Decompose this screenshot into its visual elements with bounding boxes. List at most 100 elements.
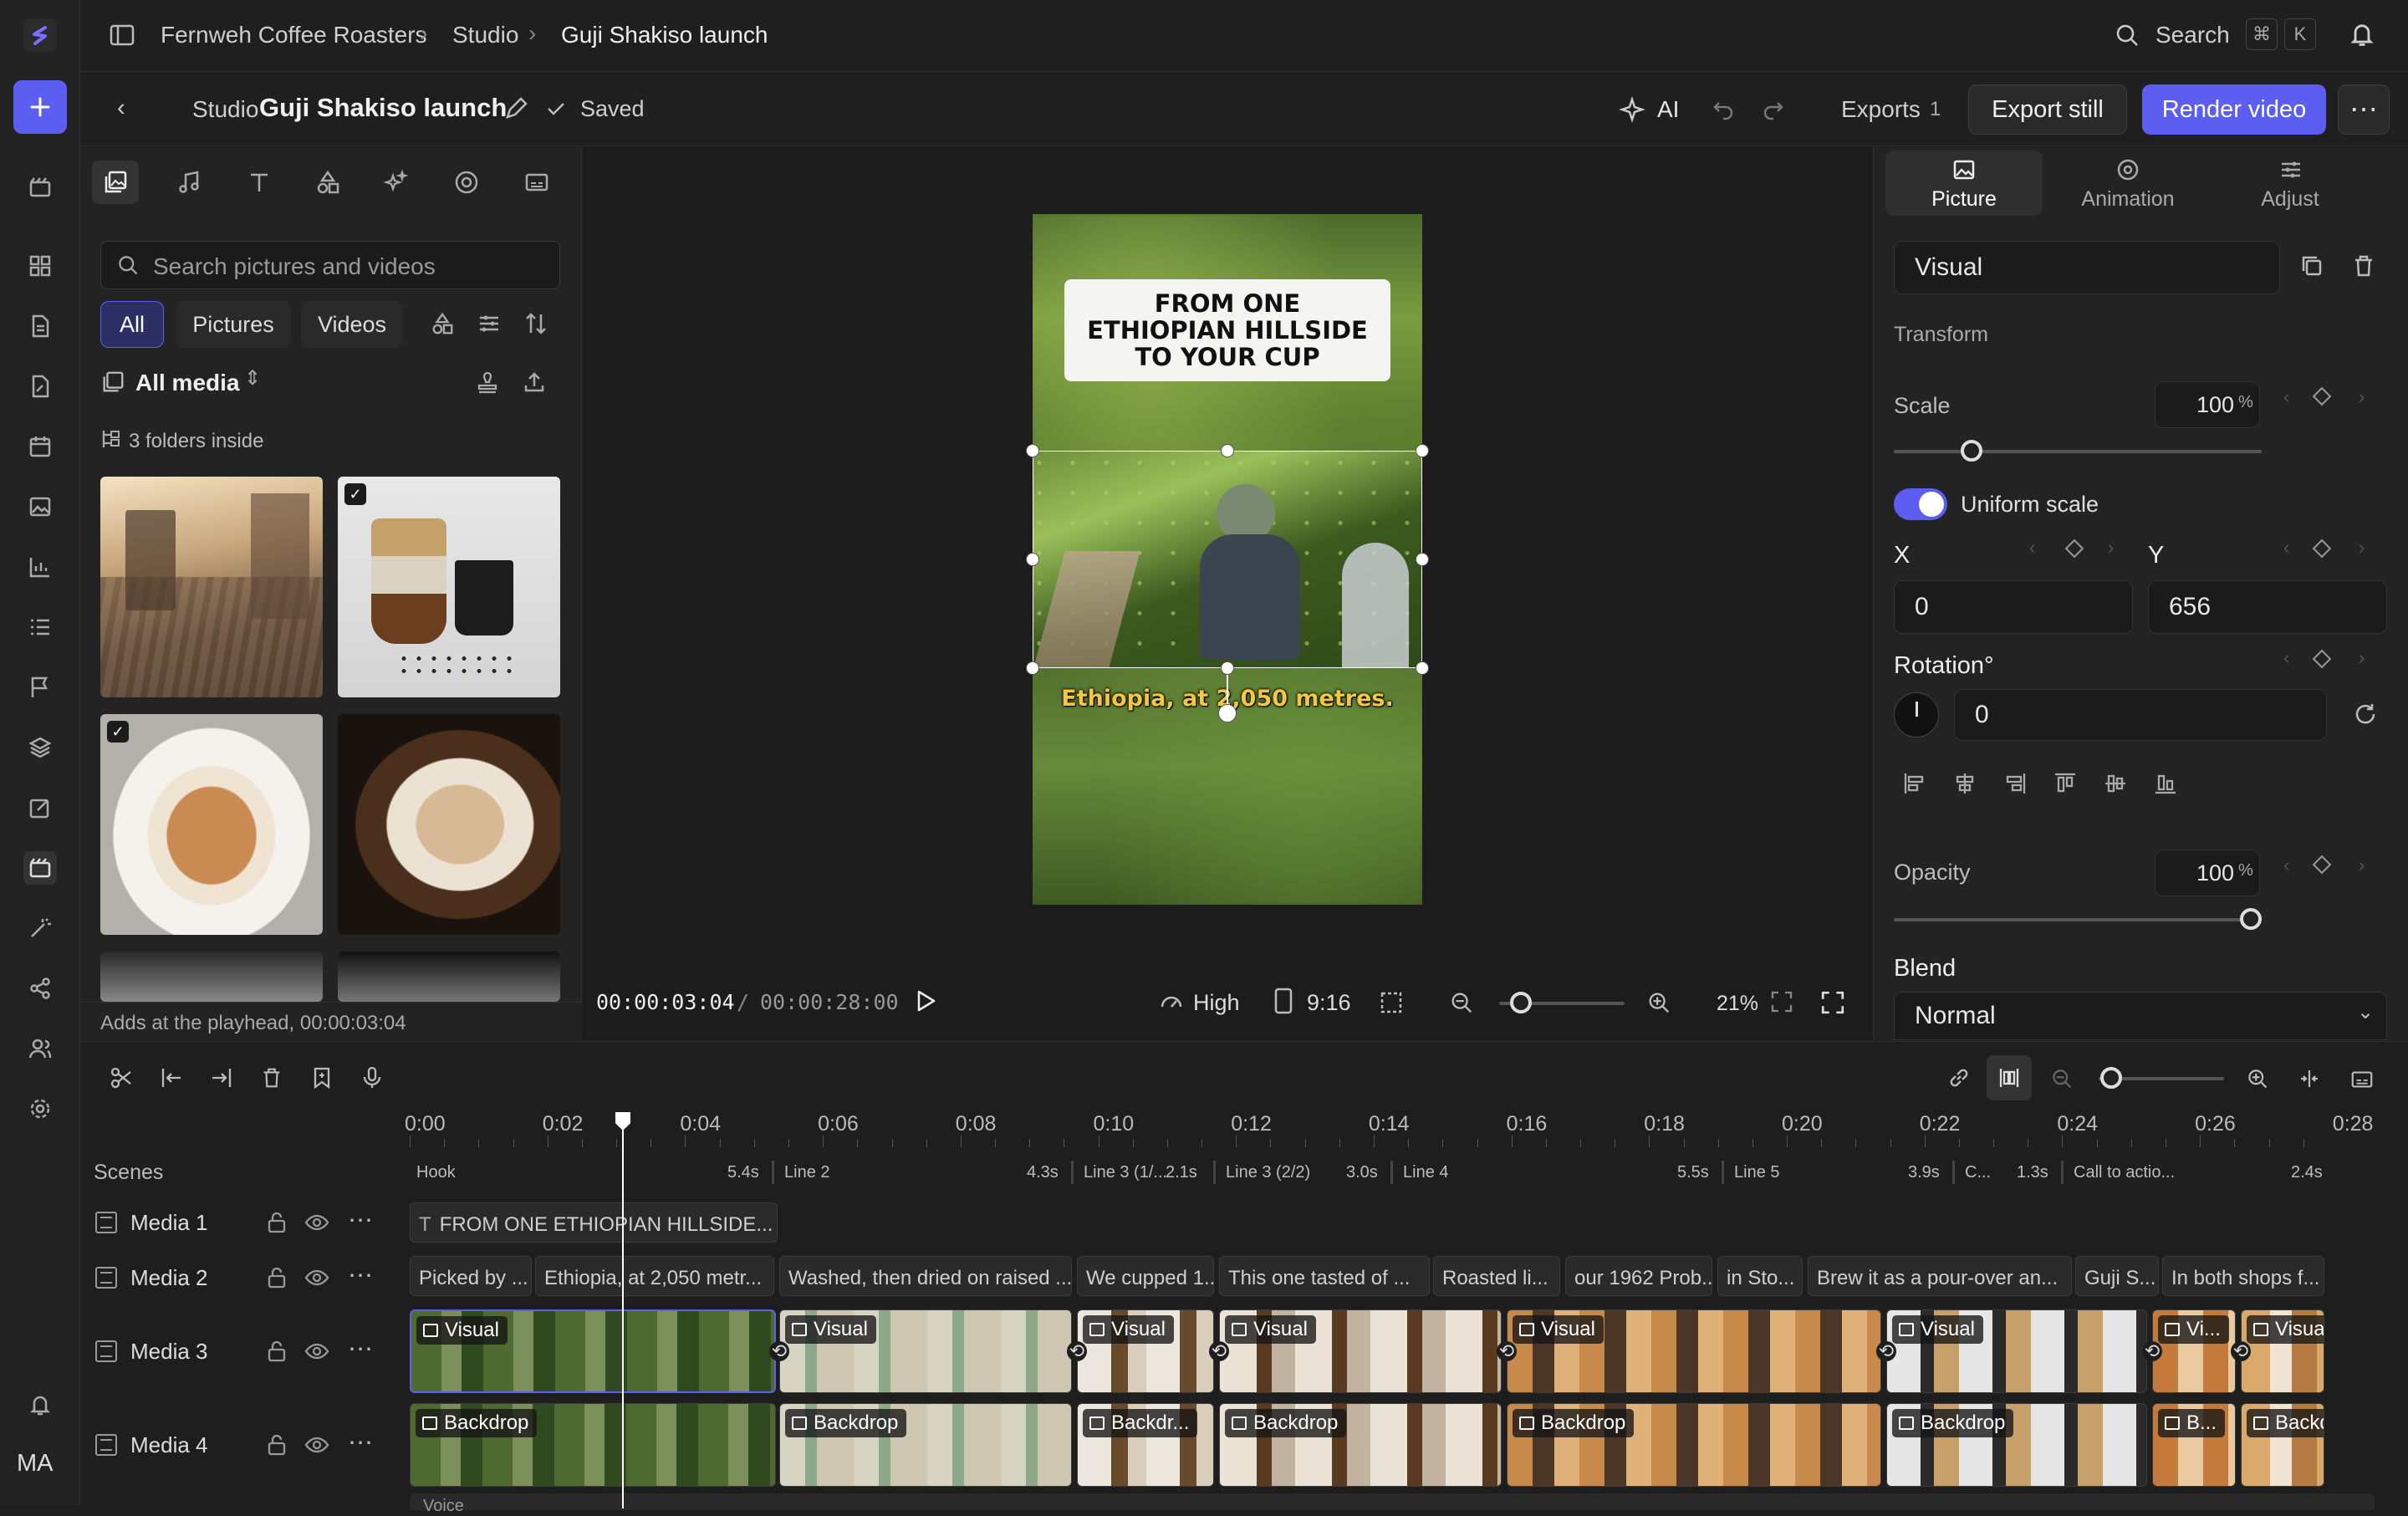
aspect-ratio-select[interactable]: 9:16 — [1307, 990, 1351, 1016]
bookmark-icon[interactable] — [309, 1065, 334, 1090]
breadcrumb-org[interactable]: Fernweh Coffee Roasters — [161, 22, 427, 48]
caption-clip[interactable]: Ethiopia, at 2,050 metr... — [535, 1256, 774, 1296]
selection-box[interactable] — [1033, 451, 1422, 668]
upload-icon[interactable] — [522, 370, 547, 395]
calendar-icon[interactable] — [23, 430, 57, 463]
reset-rotation-icon[interactable] — [2352, 701, 2379, 727]
backdrop-clip[interactable]: Backdrop — [410, 1403, 776, 1487]
backdrop-clip[interactable]: Backdrop — [2241, 1403, 2324, 1487]
team-icon[interactable] — [23, 1032, 57, 1065]
headline-text[interactable]: FROM ONE ETHIOPIAN HILLSIDE TO YOUR CUP — [1064, 279, 1390, 381]
selected-check-icon[interactable]: ✓ — [344, 483, 366, 505]
resize-handle[interactable] — [1221, 661, 1234, 675]
caption-clip[interactable]: Washed, then dried on raised ... — [779, 1256, 1072, 1296]
backdrop-clip[interactable]: Backdrop — [1886, 1403, 2147, 1487]
y-position-input[interactable]: 656 — [2148, 580, 2387, 634]
keyframe-diamond-icon[interactable] — [2312, 539, 2332, 559]
timeline-ruler[interactable]: 0:00 0:02 0:04 0:06 0:08 0:10 0:12 0:14 0:16 0:18… — [80, 1112, 2408, 1147]
fit-timeline-icon[interactable] — [2298, 1067, 2321, 1090]
caption-clip[interactable]: In both shops f... — [2162, 1256, 2324, 1296]
export-still-button[interactable]: Export still — [1968, 84, 2127, 135]
visual-clip[interactable]: Vi... — [2152, 1309, 2236, 1393]
trash-icon[interactable] — [259, 1065, 284, 1090]
track-more-icon[interactable]: ⋯ — [348, 1335, 373, 1364]
visual-clip[interactable]: Visual — [779, 1309, 1072, 1393]
next-keyframe-icon[interactable]: › — [2359, 855, 2365, 876]
media-search-input[interactable]: Search pictures and videos — [100, 241, 560, 289]
resize-handle[interactable] — [1416, 661, 1429, 675]
new-item-button[interactable] — [13, 80, 67, 134]
captions-toggle-icon[interactable] — [2349, 1067, 2375, 1092]
link-icon[interactable] — [1946, 1065, 1972, 1090]
scene-divider[interactable] — [2061, 1161, 2064, 1184]
visual-clip[interactable]: Visual — [1077, 1309, 1214, 1393]
keyframe-diamond-icon[interactable] — [2064, 539, 2084, 559]
transition-icon[interactable]: ⟲ — [1497, 1340, 1517, 1361]
rotation-dial[interactable] — [1894, 692, 1939, 738]
scene-name[interactable]: Hook — [416, 1156, 456, 1189]
filter-pictures-chip[interactable]: Pictures — [176, 301, 291, 348]
resize-handle[interactable] — [1026, 553, 1039, 566]
selected-check-icon[interactable]: ✓ — [107, 721, 129, 743]
dashboard-icon[interactable] — [23, 249, 57, 283]
eye-icon[interactable] — [304, 1340, 329, 1363]
next-keyframe-icon[interactable]: › — [2359, 647, 2365, 669]
render-video-button[interactable]: Render video — [2142, 84, 2326, 135]
trim-start-icon[interactable] — [159, 1065, 184, 1090]
keyframe-diamond-icon[interactable] — [2312, 649, 2332, 669]
app-logo-icon[interactable] — [23, 18, 57, 52]
media-thumbnail-chemex[interactable]: ✓ — [338, 477, 560, 697]
track-more-icon[interactable]: ⋯ — [348, 1206, 373, 1235]
backdrop-clip[interactable]: Backdrop — [1507, 1403, 1881, 1487]
quality-select[interactable]: High — [1193, 990, 1240, 1016]
visual-clip[interactable]: Visual — [410, 1309, 776, 1393]
sidebar-toggle-icon[interactable] — [109, 22, 135, 48]
layer-name-input[interactable]: Visual — [1894, 241, 2280, 294]
captions-tab-icon[interactable] — [523, 169, 550, 196]
chevron-updown-icon[interactable]: ⇕ — [244, 366, 261, 390]
back-to-studio-link[interactable]: Studio — [192, 96, 258, 123]
align-middle-v-icon[interactable] — [2103, 771, 2128, 796]
scene-divider[interactable] — [772, 1161, 774, 1184]
media-tab-icon[interactable] — [102, 169, 129, 196]
caption-clip[interactable]: Guji S... — [2075, 1256, 2159, 1296]
zoom-out-icon[interactable] — [1449, 990, 1474, 1015]
caption-clip[interactable]: This one tasted of ... — [1219, 1256, 1430, 1296]
lock-icon[interactable] — [266, 1433, 288, 1457]
scene-name[interactable]: C... — [1965, 1156, 1991, 1189]
eye-icon[interactable] — [304, 1211, 329, 1234]
caption-clip[interactable]: Roasted li... — [1433, 1256, 1560, 1296]
images-icon[interactable] — [23, 490, 57, 523]
snap-icon[interactable] — [1997, 1065, 2022, 1090]
backdrop-clip[interactable]: Backdr... — [1077, 1403, 1214, 1487]
resize-handle[interactable] — [1416, 444, 1429, 457]
back-chevron-icon[interactable]: ‹ — [117, 94, 125, 122]
media-source-select[interactable]: All media — [135, 370, 239, 396]
x-position-input[interactable]: 0 — [1894, 580, 2133, 634]
checklist-icon[interactable] — [23, 610, 57, 644]
brand-tab-icon[interactable] — [453, 169, 480, 196]
phone-aspect-icon[interactable] — [1273, 987, 1293, 1015]
share-icon[interactable] — [23, 972, 57, 1005]
audio-tab-icon[interactable] — [176, 169, 202, 196]
layers-icon[interactable] — [23, 731, 57, 764]
split-scissors-icon[interactable] — [109, 1065, 134, 1090]
ai-button[interactable]: AI — [1657, 96, 1679, 123]
prev-keyframe-icon[interactable]: ‹ — [2283, 647, 2289, 669]
next-keyframe-icon[interactable]: › — [2108, 537, 2114, 559]
bell-icon[interactable] — [2348, 20, 2376, 48]
media-thumbnail-latte-art[interactable]: ✓ — [100, 714, 323, 935]
play-icon[interactable] — [911, 987, 939, 1015]
notifications-icon[interactable] — [23, 1388, 57, 1422]
media-thumbnail-dark[interactable] — [338, 952, 560, 1002]
studio-icon[interactable] — [23, 851, 57, 885]
prev-keyframe-icon[interactable]: ‹ — [2283, 855, 2289, 876]
scale-slider[interactable] — [1894, 450, 2262, 453]
analytics-icon[interactable] — [23, 550, 57, 584]
scene-divider[interactable] — [1390, 1161, 1393, 1184]
timeline-zoom-out-icon[interactable] — [2050, 1067, 2074, 1090]
rotation-input[interactable]: 0 — [1954, 689, 2327, 741]
filter-videos-chip[interactable]: Videos — [301, 301, 403, 348]
timeline-zoom-in-icon[interactable] — [2246, 1067, 2269, 1090]
align-right-icon[interactable] — [2002, 771, 2028, 796]
